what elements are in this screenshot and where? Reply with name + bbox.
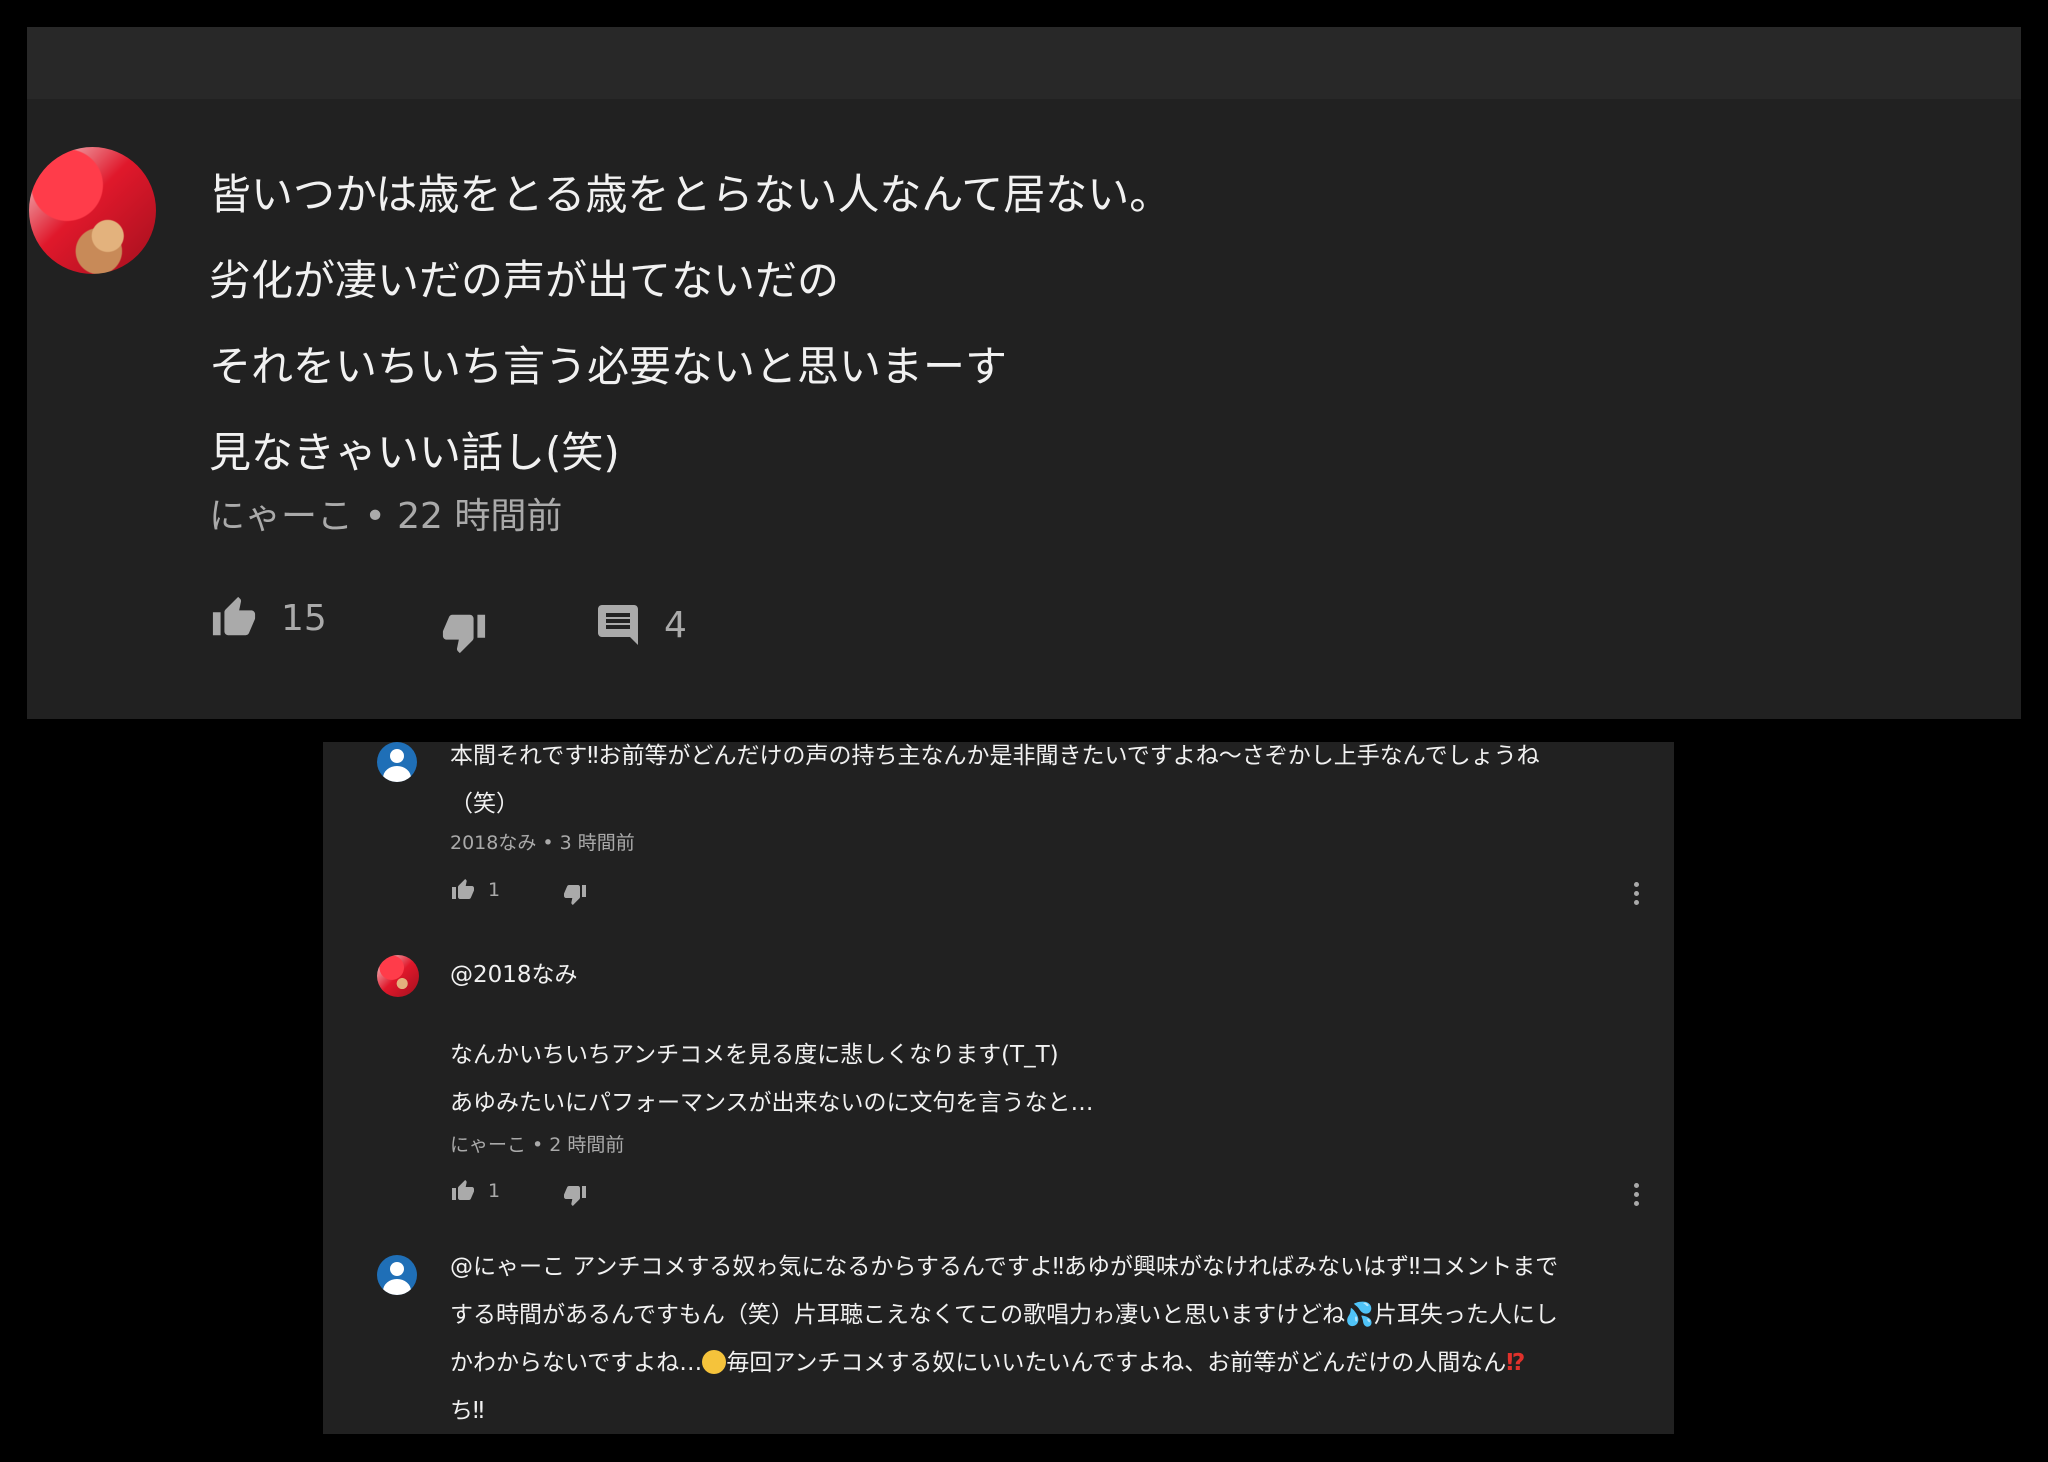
like-icon [452, 1180, 474, 1200]
exclamation-question-emoji-icon: ⁉ [1506, 1350, 1526, 1376]
reply-item: @にゃーこ アンチコメする奴ゎ気になるからするんですよ‼あゆが興味がなければみな… [323, 1254, 1674, 1434]
reply-meta: にゃーこ • 2 時間前 [450, 1134, 625, 1156]
reply-button[interactable]: 4 [594, 601, 687, 649]
more-options-icon[interactable] [1632, 1183, 1640, 1209]
like-icon [212, 596, 256, 636]
reply-text-segment: 片耳失った人にし [1373, 1302, 1558, 1328]
reply-item: 本間それです‼お前等がどんだけの声の持ち主なんか是非聞きたいですよね〜さぞかし上… [323, 742, 1674, 942]
reply-body: なんかいちいちアンチコメを見る度に悲しくなります(T_T) あゆみたいにパフォー… [450, 1031, 1634, 1127]
replies-panel: 本間それです‼お前等がどんだけの声の持ち主なんか是非聞きたいですよね〜さぞかし上… [323, 742, 1674, 1434]
header-strip [27, 27, 2021, 99]
like-count: 1 [488, 1180, 501, 1202]
reply-text-segment: かわからないですよね… [450, 1350, 703, 1376]
reply-line: かわからないですよね…😣毎回アンチコメする奴にいいたいんですよね、お前等がどんだ… [450, 1339, 1634, 1387]
dislike-icon [442, 614, 486, 654]
persevering-face-emoji-icon: 😣 [702, 1349, 727, 1374]
like-icon [452, 879, 474, 899]
reply-line: あゆみたいにパフォーマンスが出来ないのに文句を言うなと… [450, 1090, 1094, 1116]
photo-avatar[interactable] [377, 955, 419, 997]
reply-text-segment: 毎回アンチコメする奴にいいたいんですよね、お前等がどんだけの人間なん [726, 1350, 1507, 1376]
reply-line: なんかいちいちアンチコメを見る度に悲しくなります(T_T) [450, 1042, 1059, 1068]
reply-item: @2018なみ なんかいちいちアンチコメを見る度に悲しくなります(T_T) あゆ… [323, 955, 1674, 1255]
reply-actions: 1 [450, 878, 1640, 914]
reply-line: する時間があるんですもん（笑）片耳聴こえなくてこの歌唱力ゎ凄いと思いますけどね💦… [450, 1291, 1634, 1339]
commenter-avatar[interactable] [29, 147, 156, 274]
reply-count: 4 [664, 604, 687, 646]
like-count: 1 [488, 879, 501, 901]
reply-text-segment: する時間があるんですもん（笑）片耳聴こえなくてこの歌唱力ゎ凄いと思いますけどね [450, 1302, 1346, 1328]
sweat-droplets-emoji-icon: 💦 [1345, 1302, 1374, 1328]
reply-body: 本間それです‼お前等がどんだけの声の持ち主なんか是非聞きたいですよね〜さぞかし上… [450, 742, 1634, 828]
reply-line: （笑） [450, 791, 519, 817]
default-avatar[interactable] [377, 1255, 417, 1295]
more-options-icon[interactable] [1632, 882, 1640, 908]
reply-actions: 1 [450, 1179, 1640, 1215]
like-button[interactable]: 15 [209, 595, 327, 641]
reply-body: @にゃーこ アンチコメする奴ゎ気になるからするんですよ‼あゆが興味がなければみな… [450, 1243, 1634, 1434]
reply-line: ち‼ [450, 1398, 485, 1424]
like-button[interactable]: 1 [450, 1179, 500, 1203]
comment-line: それをいちいち言う必要ないと思いまーす [209, 342, 1008, 391]
default-avatar[interactable] [377, 742, 417, 782]
like-count: 15 [281, 597, 327, 639]
reply-line: 本間それです‼お前等がどんだけの声の持ち主なんか是非聞きたいですよね〜さぞかし上… [450, 743, 1540, 769]
dislike-icon [564, 1186, 586, 1206]
main-comment-card: 皆いつかは歳をとる歳をとらない人なんて居ない。 劣化が凄いだの声が出てないだの … [27, 27, 2021, 719]
reply-meta: 2018なみ • 3 時間前 [450, 832, 635, 854]
dislike-button[interactable] [562, 882, 588, 906]
dislike-button[interactable] [562, 1183, 588, 1207]
reply-mention[interactable]: @2018なみ [450, 951, 1634, 999]
comment-meta: にゃーこ • 22 時間前 [209, 496, 563, 537]
comment-line: 劣化が凄いだの声が出てないだの [209, 256, 840, 305]
comment-body: 皆いつかは歳をとる歳をとらない人なんて居ない。 劣化が凄いだの声が出てないだの … [209, 170, 1171, 514]
dislike-button[interactable] [439, 609, 489, 655]
dislike-icon [564, 885, 586, 905]
reply-line: @にゃーこ アンチコメする奴ゎ気になるからするんですよ‼あゆが興味がなければみな… [450, 1254, 1559, 1280]
like-button[interactable]: 1 [450, 878, 500, 902]
reply-icon [598, 605, 638, 645]
comment-line: 皆いつかは歳をとる歳をとらない人なんて居ない。 [209, 170, 1172, 219]
